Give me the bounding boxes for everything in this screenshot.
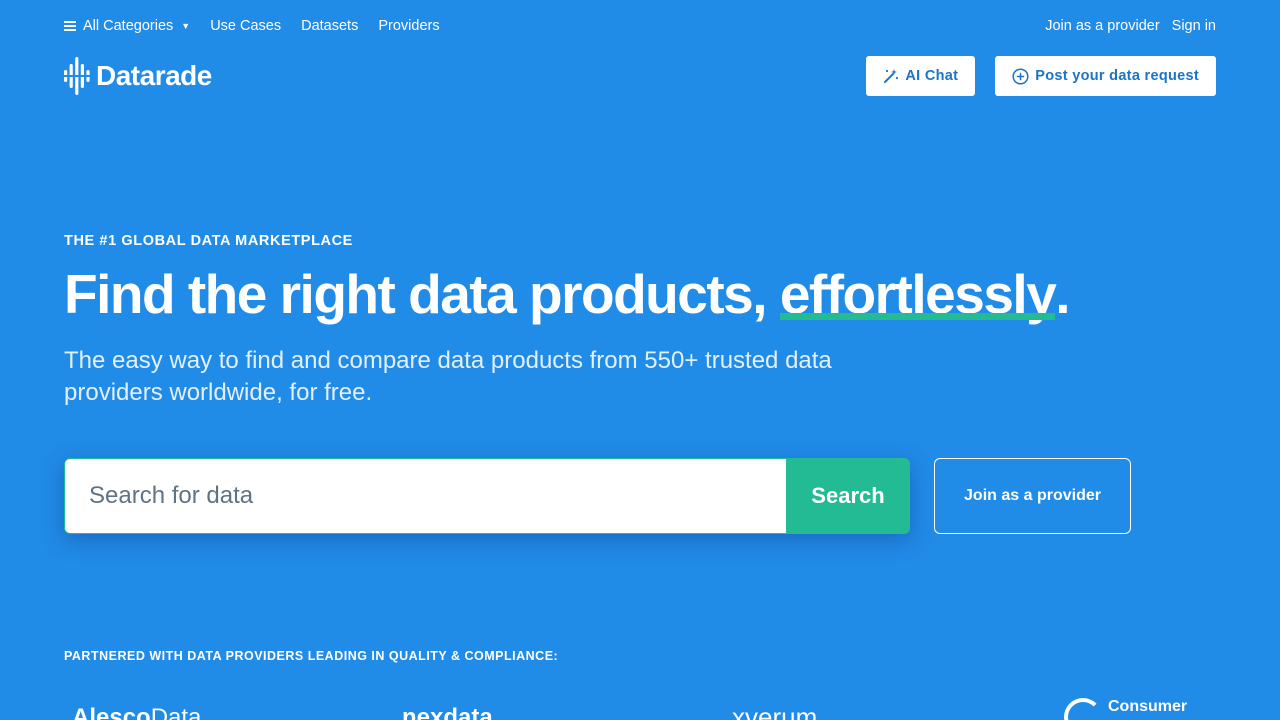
headline-suffix: .	[1055, 263, 1070, 325]
hero-eyebrow: THE #1 GLOBAL DATA MARKETPLACE	[64, 233, 353, 249]
partner-logo-alesco-a: Alesco	[72, 704, 151, 720]
top-nav-left: All Categories ▼ Use Cases Datasets Prov…	[64, 18, 460, 34]
search-input[interactable]	[64, 458, 786, 534]
plus-circle-icon	[1012, 67, 1029, 85]
consumer-logo-icon	[1064, 698, 1102, 720]
hero-subhead: The easy way to find and compare data pr…	[64, 347, 832, 406]
headline-emphasis: effortlessly	[779, 263, 1057, 325]
menu-icon	[64, 21, 76, 31]
search-button[interactable]: Search	[786, 458, 910, 534]
all-categories-menu[interactable]: All Categories ▼	[64, 18, 190, 34]
hero-headline: Find the right data products, effortless…	[64, 262, 1071, 326]
top-navigation: All Categories ▼ Use Cases Datasets Prov…	[64, 0, 1216, 52]
partner-logo-alesco: Alesco Data	[72, 704, 201, 720]
partners-title: PARTNERED WITH DATA PROVIDERS LEADING IN…	[64, 649, 559, 663]
partner-logo-xverum: xverum	[732, 702, 818, 720]
partner-logo-consumer: Consumer	[1064, 698, 1187, 720]
join-as-provider-link[interactable]: Join as a provider	[1045, 18, 1159, 34]
sign-in-link[interactable]: Sign in	[1172, 18, 1216, 34]
datarade-logo[interactable]: Datarade	[64, 56, 212, 96]
join-as-provider-button[interactable]: Join as a provider	[934, 458, 1131, 534]
post-data-request-button[interactable]: Post your data request	[995, 56, 1216, 96]
chevron-down-icon: ▼	[181, 21, 191, 31]
all-categories-label: All Categories	[83, 18, 174, 34]
header: Datarade AI Chat Post your data request	[64, 56, 1216, 96]
ai-chat-button[interactable]: AI Chat	[866, 56, 976, 96]
ai-chat-label: AI Chat	[905, 68, 959, 84]
header-actions: AI Chat Post your data request	[866, 56, 1216, 96]
nav-link-datasets[interactable]: Datasets	[301, 18, 358, 34]
datarade-logo-icon	[64, 57, 90, 95]
partner-logo-nexdata: nexdata	[402, 704, 493, 720]
partner-logo-consumer-text: Consumer	[1108, 698, 1188, 715]
search-bar: Search	[64, 458, 910, 534]
magic-wand-icon	[883, 68, 899, 84]
nav-link-use-cases[interactable]: Use Cases	[210, 18, 281, 34]
post-data-request-label: Post your data request	[1035, 68, 1199, 84]
nav-link-providers[interactable]: Providers	[378, 18, 439, 34]
headline-prefix: Find the right data products,	[64, 263, 780, 325]
logo-text: Datarade	[96, 60, 212, 91]
top-nav-right: Join as a provider Sign in	[1033, 18, 1216, 34]
partner-logos: Alesco Data nexdata xverum Consumer	[64, 696, 1216, 720]
partner-logo-alesco-b: Data	[150, 704, 202, 720]
